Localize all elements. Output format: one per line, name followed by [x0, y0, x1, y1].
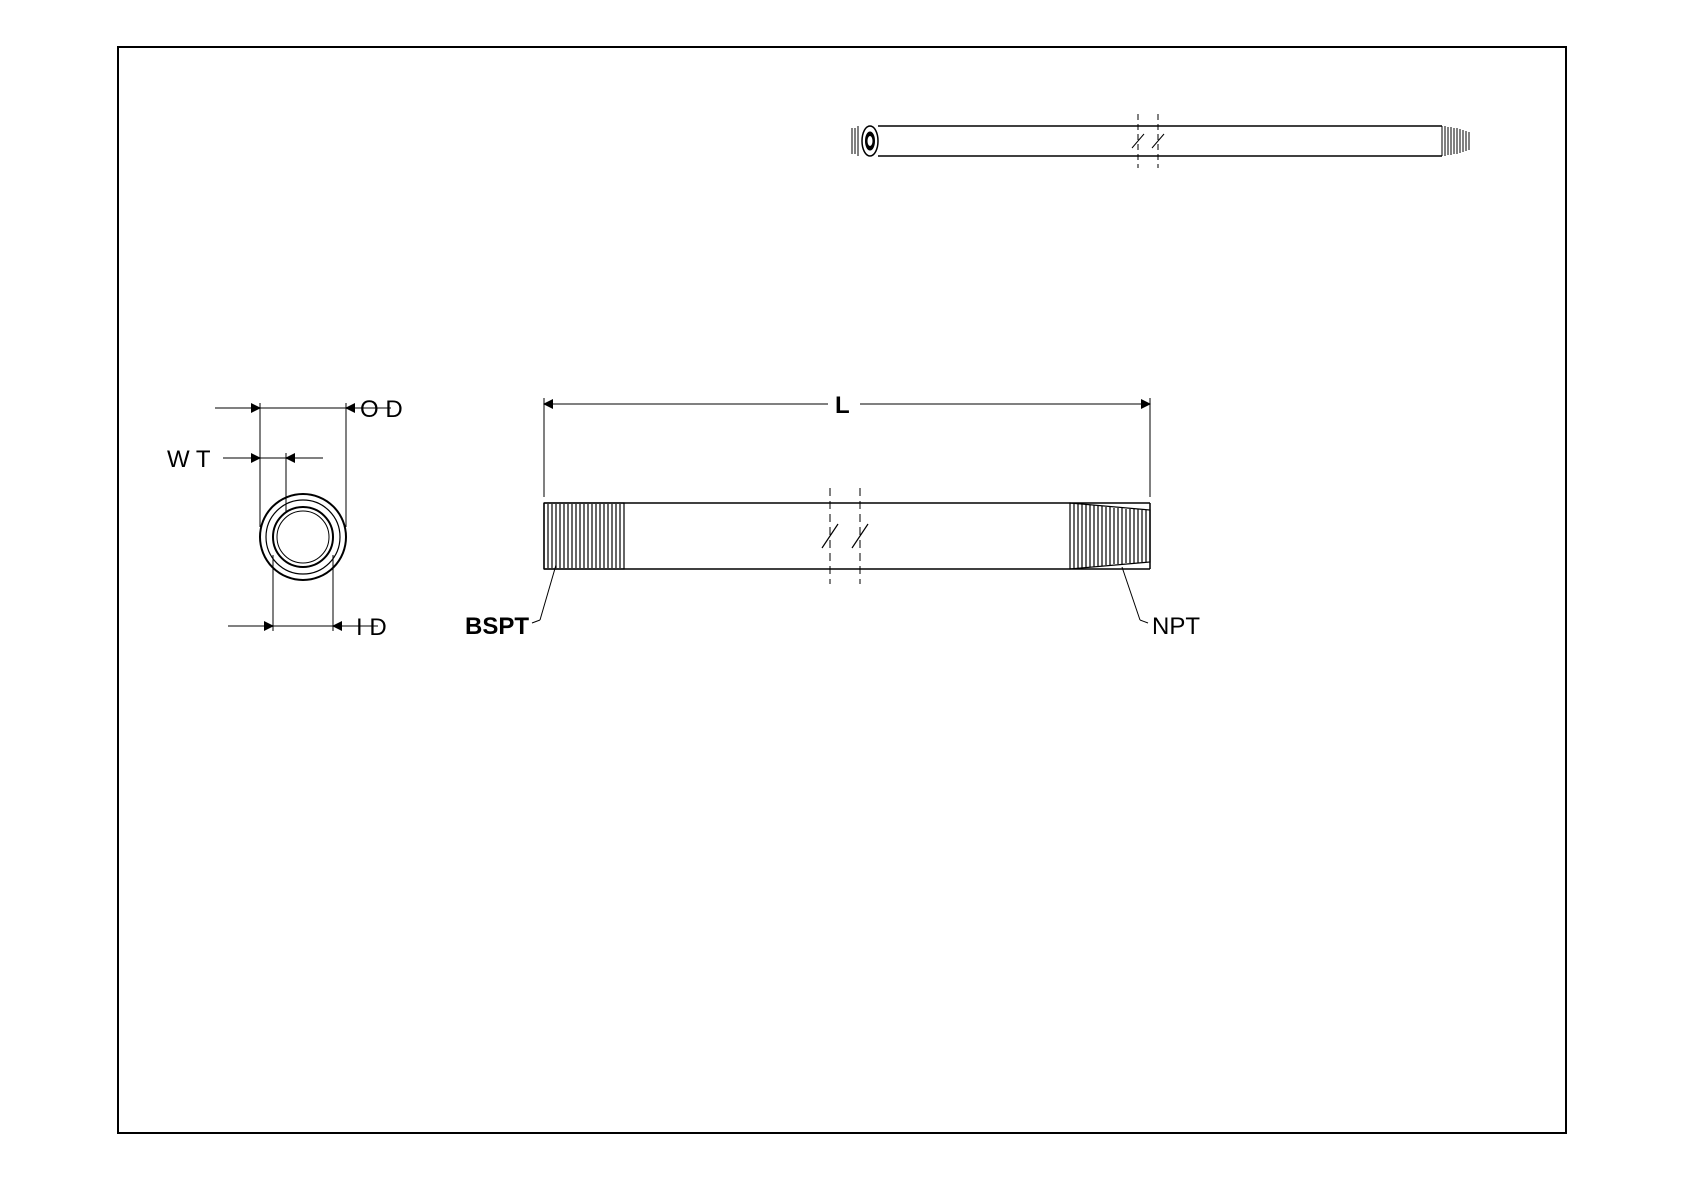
leader-bspt	[532, 565, 556, 623]
label-bspt: BSPT	[465, 613, 529, 641]
label-l: L	[835, 392, 850, 420]
label-id: I D	[356, 614, 387, 642]
main-side-pipe	[544, 488, 1150, 584]
label-od: O D	[360, 396, 403, 424]
label-wt: W T	[167, 446, 211, 474]
top-pipe-illustration	[852, 114, 1469, 168]
diagram-svg	[0, 0, 1684, 1190]
leader-npt	[1122, 567, 1148, 623]
page: O D W T I D L BSPT NPT	[0, 0, 1684, 1190]
label-npt: NPT	[1152, 613, 1200, 641]
